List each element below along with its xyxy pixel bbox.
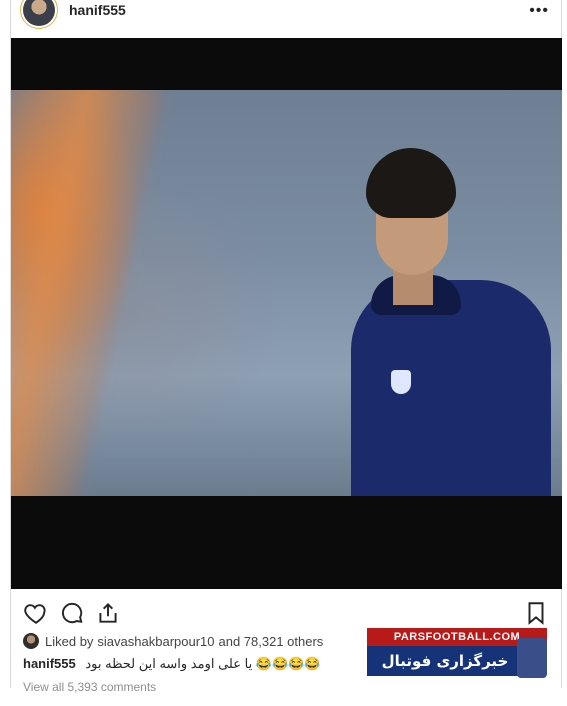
caption: hanif555 یا علی اومد واسه این لحظه بود 😂…	[23, 656, 321, 672]
caption-text: یا علی اومد واسه این لحظه بود 😂😂😂😂	[85, 656, 321, 671]
parsfootball-watermark: PARSFOOTBALL.COM خبرگزاری فوتبال ایران	[367, 628, 547, 700]
avatar[interactable]	[23, 0, 55, 26]
bookmark-icon[interactable]	[523, 600, 549, 626]
photo	[11, 90, 562, 496]
player-hair	[366, 148, 456, 218]
post-header: hanif555 •••	[11, 0, 561, 30]
watermark-title: خبرگزاری فوتبال ایران	[367, 646, 523, 700]
watermark-logo-icon	[517, 638, 547, 678]
liked-by: Liked by siavashakbarpour10 and 78,321 o…	[23, 632, 323, 650]
view-comments-link[interactable]: View all 5,393 comments	[23, 680, 156, 694]
more-icon[interactable]: •••	[529, 2, 549, 20]
action-bar	[11, 600, 561, 628]
liked-avatar[interactable]	[23, 633, 39, 649]
instagram-post: hanif555 ••• Liked by siavashakbarpour10…	[10, 0, 562, 700]
player-figure	[331, 140, 551, 496]
club-badge	[391, 370, 411, 394]
liked-prefix: Liked by	[45, 633, 94, 649]
comment-icon[interactable]	[59, 600, 85, 626]
post-username[interactable]: hanif555	[69, 2, 126, 18]
caption-username[interactable]: hanif555	[23, 656, 76, 671]
heart-icon[interactable]	[23, 600, 49, 626]
post-image[interactable]	[11, 38, 562, 589]
background-blur	[11, 90, 166, 496]
share-icon[interactable]	[95, 600, 121, 626]
liked-count[interactable]: and 78,321 others	[219, 634, 324, 649]
liked-username[interactable]: siavashakbarpour10	[97, 634, 214, 649]
